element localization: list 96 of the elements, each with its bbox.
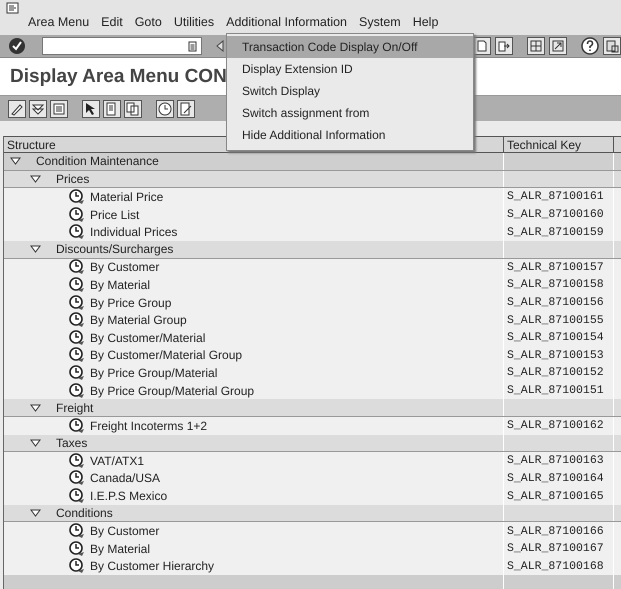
tree-node[interactable]: Individual Prices (90, 225, 178, 240)
menu-item[interactable]: System (353, 15, 407, 29)
back-arrow-icon[interactable] (216, 40, 224, 52)
menu-item[interactable]: Additional Information (220, 15, 354, 29)
expand-toggle-icon[interactable] (30, 404, 41, 412)
clock-icon (69, 540, 85, 557)
page-icon[interactable] (473, 37, 491, 55)
expand-toggle-icon[interactable] (30, 174, 41, 183)
clock-icon (69, 452, 85, 469)
menu-item[interactable]: Area Menu (22, 15, 96, 29)
tree-node[interactable]: Canada/USA (90, 471, 160, 486)
tree-node[interactable]: By Material (90, 542, 150, 556)
technical-key: S_ALR_87100153 (507, 348, 604, 362)
menu-option[interactable]: Hide Additional Information (227, 124, 473, 146)
menu-option[interactable]: Switch assignment from (227, 102, 473, 124)
tree-node[interactable]: I.E.P.S Mexico (90, 489, 168, 504)
technical-key: S_ALR_87100162 (507, 419, 604, 432)
tree-node[interactable]: By Material (90, 278, 150, 292)
technical-key: S_ALR_87100159 (507, 226, 604, 239)
document-edit-icon[interactable] (177, 100, 195, 118)
help-icon[interactable] (581, 37, 599, 55)
collapse-icon[interactable] (29, 100, 47, 118)
clock-icon (69, 382, 85, 399)
tree-node[interactable]: VAT/ATX1 (90, 454, 144, 468)
clock-icon (69, 347, 85, 364)
expand-toggle-icon[interactable] (30, 438, 41, 447)
screen-title: Display Area Menu CON (10, 66, 227, 88)
technical-key: S_ALR_87100165 (507, 490, 604, 503)
clock-icon (69, 259, 85, 276)
menu-item[interactable]: Goto (128, 15, 168, 29)
clock-icon (69, 558, 85, 574)
technical-key: S_ALR_87100166 (507, 524, 604, 538)
technical-key: S_ALR_87100167 (507, 542, 604, 556)
list-icon[interactable] (50, 100, 68, 118)
tree-node[interactable]: By Price Group/Material Group (90, 384, 254, 398)
technical-key: S_ALR_87100163 (507, 454, 604, 468)
cursor-icon[interactable] (82, 100, 100, 118)
clock-icon (69, 488, 85, 504)
technical-key: S_ALR_87100152 (507, 366, 604, 380)
tree-node[interactable]: By Price Group/Material (90, 366, 218, 380)
tree-node[interactable]: Conditions (56, 506, 113, 520)
clock-icon (69, 224, 85, 240)
tree-node[interactable]: By Customer/Material (90, 330, 206, 345)
technical-key: S_ALR_87100168 (507, 560, 604, 573)
menu-item[interactable]: Utilities (168, 15, 220, 29)
menu-item[interactable]: Help (406, 15, 444, 29)
clock-icon (69, 330, 85, 346)
tree-node[interactable]: By Material Group (90, 313, 187, 328)
technical-key: S_ALR_87100161 (507, 190, 604, 204)
tree-node[interactable]: Freight (56, 400, 94, 415)
clock-icon (69, 312, 85, 328)
technical-key: S_ALR_87100154 (507, 331, 604, 344)
tree-node[interactable]: Material Price (90, 190, 164, 204)
expand-toggle-icon[interactable] (10, 157, 21, 166)
clock-icon (69, 523, 85, 540)
technical-key: S_ALR_87100151 (507, 384, 604, 398)
clock-icon (69, 188, 85, 205)
tree-node[interactable]: By Customer (90, 524, 160, 538)
history-icon[interactable] (188, 40, 197, 52)
tree-node[interactable]: Discounts/Surcharges (56, 242, 174, 256)
clock-icon (69, 364, 85, 381)
check-icon[interactable] (8, 37, 26, 55)
technical-key: S_ALR_87100164 (507, 472, 604, 485)
tree-node[interactable]: By Customer (90, 260, 160, 274)
menu-option[interactable]: Display Extension ID (227, 58, 473, 80)
technical-key: S_ALR_87100156 (507, 296, 604, 310)
menu-option[interactable]: Transaction Code Display On/Off (227, 36, 473, 58)
technical-key: S_ALR_87100158 (507, 278, 604, 292)
expand-toggle-icon[interactable] (30, 245, 41, 254)
clock-icon (69, 294, 85, 311)
tree-node[interactable]: Price List (90, 208, 140, 222)
tree-node[interactable]: By Price Group (90, 296, 172, 310)
clock-icon (69, 206, 85, 223)
menu-option[interactable]: Switch Display (227, 80, 473, 102)
window-menu-icon[interactable] (6, 2, 20, 14)
column-header[interactable]: Technical Key (504, 136, 614, 153)
tree-node[interactable]: Taxes (56, 436, 88, 450)
clock-icon (69, 418, 85, 434)
technical-key: S_ALR_87100160 (507, 208, 604, 222)
clock-icon (69, 276, 85, 293)
pencil-icon[interactable] (8, 100, 26, 118)
tree-node[interactable]: Freight Incoterms 1+2 (90, 418, 208, 433)
tree-node[interactable]: Condition Maintenance (36, 154, 159, 168)
document-icon[interactable] (103, 100, 121, 118)
menu-item[interactable]: Edit (95, 15, 129, 29)
layout-icon[interactable] (527, 37, 545, 55)
tree-node[interactable]: By Customer/Material Group (90, 348, 242, 362)
tree-node[interactable]: Prices (56, 172, 90, 186)
clock-icon[interactable] (156, 100, 174, 118)
expand-toggle-icon[interactable] (30, 509, 41, 518)
clock-icon (69, 470, 85, 486)
tree-node[interactable]: By Customer Hierarchy (90, 559, 214, 574)
copy-icon[interactable] (124, 100, 142, 118)
technical-key: S_ALR_87100155 (507, 314, 604, 327)
command-field[interactable] (42, 37, 202, 55)
technical-key: S_ALR_87100157 (507, 260, 604, 274)
